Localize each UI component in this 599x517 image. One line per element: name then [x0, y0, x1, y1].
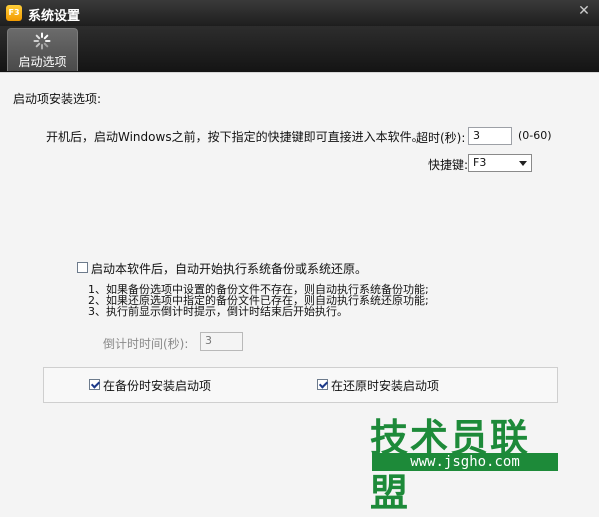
hotkey-description: 开机后，启动Windows之前，按下指定的快捷键即可直接进入本软件。 [46, 130, 424, 144]
toolbar: 启动选项 [0, 26, 599, 72]
install-on-backup-label: 在备份时安装启动项 [103, 379, 212, 393]
hotkey-select-value: F3 [473, 156, 487, 169]
spinner-icon [33, 32, 51, 50]
install-options-group: 在备份时安装启动项 在还原时安装启动项 [43, 367, 558, 403]
hotkey-label: 快捷键: [428, 158, 469, 172]
note-line: 3、执行前显示倒计时提示，倒计时结束后开始执行。 [88, 305, 348, 318]
install-on-restore-label: 在还原时安装启动项 [331, 379, 440, 393]
install-on-restore-checkbox[interactable] [317, 379, 328, 390]
title-bar: F3 系统设置 ✕ [0, 0, 599, 26]
timeout-input[interactable]: 3 [468, 127, 512, 145]
auto-run-label: 启动本软件后，自动开始执行系统备份或系统还原。 [91, 262, 368, 276]
install-on-backup-checkbox[interactable] [89, 379, 100, 390]
section-heading: 启动项安装选项: [13, 92, 102, 106]
auto-run-notes: 1、如果备份选项中设置的备份文件不存在，则自动执行系统备份功能; 2、如果还原选… [88, 284, 429, 317]
tab-label: 启动选项 [18, 55, 67, 69]
watermark-url: www.jsgho.com [372, 453, 558, 471]
timeout-range-hint: (0-60) [518, 129, 552, 142]
settings-panel: 启动项安装选项: 开机后，启动Windows之前，按下指定的快捷键即可直接进入本… [0, 72, 599, 515]
auto-run-checkbox[interactable] [77, 262, 88, 273]
countdown-input[interactable]: 3 [200, 332, 243, 351]
hotkey-select[interactable]: F3 [468, 154, 532, 172]
app-logo-icon: F3 [6, 5, 22, 21]
close-button[interactable]: ✕ [574, 2, 594, 20]
chevron-down-icon [519, 161, 527, 166]
timeout-label: 超时(秒): [416, 131, 466, 145]
tab-startup-options[interactable]: 启动选项 [7, 28, 78, 71]
watermark-logo: 技术员联盟 www.jsgho.com [370, 407, 560, 515]
window-title: 系统设置 [28, 9, 81, 24]
countdown-label: 倒计时时间(秒): [103, 337, 189, 351]
